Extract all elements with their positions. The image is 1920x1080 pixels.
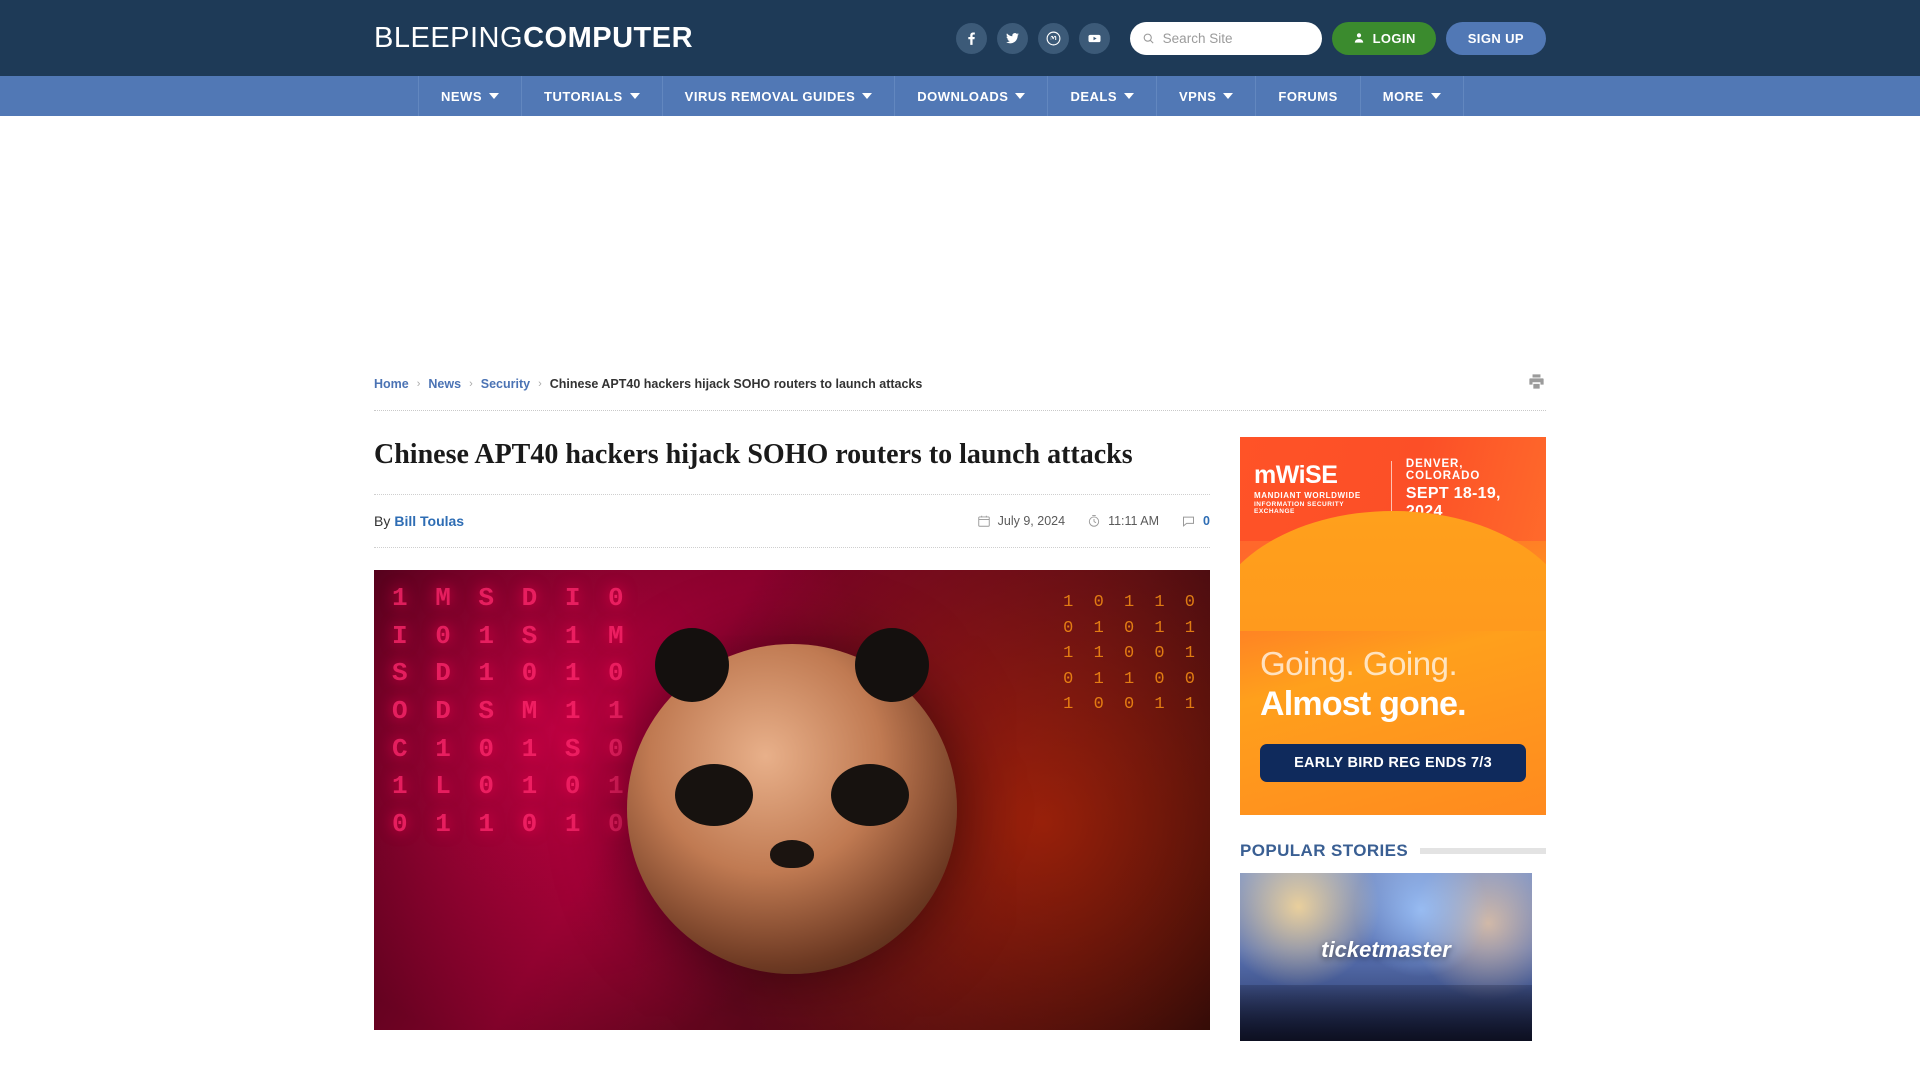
- chevron-down-icon: [862, 93, 873, 99]
- page-title: Chinese APT40 hackers hijack SOHO router…: [374, 437, 1210, 495]
- chevron-down-icon: [1124, 93, 1134, 99]
- ticketmaster-logo: ticketmaster: [1321, 937, 1451, 963]
- panda-nose: [770, 840, 814, 869]
- mwise-ad-divider: [1390, 461, 1392, 517]
- nav-item-label: FORUMS: [1278, 88, 1338, 104]
- nav-item-vpns[interactable]: VPNS: [1156, 76, 1255, 116]
- breadcrumb-home[interactable]: Home: [374, 377, 409, 391]
- chevron-down-icon: [1223, 93, 1234, 99]
- hero-code-left: 1 M S D I 0 I 0 1 S 1 M S D 1 0 1 0 O D …: [392, 583, 630, 840]
- nav-item-label: TUTORIALS: [544, 88, 623, 104]
- breadcrumb: Home › News › Security › Chinese APT40 h…: [374, 364, 1546, 411]
- site-logo[interactable]: BLEEPINGCOMPUTER: [374, 22, 693, 55]
- nav-item-downloads[interactable]: DOWNLOADS: [894, 76, 1047, 116]
- signup-button-label: SIGN UP: [1467, 30, 1524, 46]
- publish-date-text: July 9, 2024: [997, 514, 1066, 528]
- nav-item-label: VPNS: [1179, 88, 1217, 104]
- facebook-icon[interactable]: [955, 22, 987, 54]
- byline-prefix: By: [374, 513, 391, 529]
- mwise-ad[interactable]: mWiSE MANDIANT WORLDWIDE INFORMATION SEC…: [1240, 437, 1546, 815]
- crowd-silhouette: [1240, 985, 1532, 1041]
- clock-icon: [1088, 514, 1100, 527]
- search-icon: [1143, 33, 1154, 44]
- nav-item-label: DOWNLOADS: [917, 88, 1009, 104]
- publish-date: July 9, 2024: [977, 514, 1065, 528]
- mwise-logo-main: mWiSE: [1254, 461, 1338, 489]
- popular-story-thumbnail[interactable]: ticketmaster: [1240, 873, 1532, 1041]
- breadcrumb-news[interactable]: News: [428, 377, 461, 391]
- author-link[interactable]: Bill Toulas: [394, 513, 464, 529]
- youtube-icon[interactable]: [1078, 22, 1110, 54]
- nav-item-deals[interactable]: DEALS: [1047, 76, 1156, 116]
- mwise-headline-1: Going. Going.: [1260, 645, 1458, 682]
- comment-count[interactable]: 0: [1181, 514, 1210, 529]
- search-input[interactable]: [1162, 30, 1310, 46]
- mwise-logo: mWiSE MANDIANT WORLDWIDE INFORMATION SEC…: [1254, 461, 1377, 516]
- panda-eye-right: [831, 764, 909, 827]
- hero-code-right: 1 0 1 1 0 0 1 0 1 1 1 1 0 0 1 0 1 1 0 0 …: [1063, 593, 1200, 714]
- mwise-headline-2: Almost gone.: [1260, 684, 1467, 723]
- search-container[interactable]: [1129, 21, 1322, 55]
- nav-item-news[interactable]: NEWS: [418, 76, 521, 116]
- chevron-down-icon: [1015, 93, 1026, 99]
- comment-count-text: 0: [1203, 514, 1210, 528]
- printer-icon[interactable]: [1527, 372, 1546, 396]
- nav-item-label: NEWS: [441, 88, 482, 104]
- chevron-down-icon: [1430, 93, 1441, 99]
- comment-icon: [1183, 516, 1195, 527]
- mwise-cta-button[interactable]: EARLY BIRD REG ENDS 7/3: [1260, 744, 1526, 783]
- publish-time: 11:11 AM: [1087, 514, 1159, 528]
- mastodon-icon[interactable]: [1037, 22, 1069, 54]
- breadcrumb-separator-icon: ›: [469, 378, 473, 390]
- login-button[interactable]: LOGIN: [1331, 21, 1436, 55]
- main-navigation: NEWS TUTORIALS VIRUS REMOVAL GUIDES DOWN…: [0, 76, 1920, 116]
- mwise-ad-header: mWiSE MANDIANT WORLDWIDE INFORMATION SEC…: [1240, 437, 1546, 631]
- sidebar: mWiSE MANDIANT WORLDWIDE INFORMATION SEC…: [1240, 411, 1546, 1041]
- chevron-down-icon: [629, 93, 640, 99]
- calendar-icon: [977, 515, 990, 527]
- breadcrumb-separator-icon: ›: [538, 378, 542, 390]
- mwise-ad-body: Going. Going. Almost gone. EARLY BIRD RE…: [1240, 541, 1546, 783]
- article-meta: By Bill Toulas July 9, 2024 11:11 AM 0: [374, 495, 1210, 548]
- article-column: Chinese APT40 hackers hijack SOHO router…: [374, 411, 1210, 1041]
- leaderboard-ad-slot[interactable]: [0, 116, 1920, 364]
- mwise-logo-sub1: MANDIANT WORLDWIDE: [1254, 491, 1361, 500]
- signup-button[interactable]: SIGN UP: [1445, 21, 1546, 55]
- social-links: [955, 22, 1110, 54]
- publish-time-text: 11:11 AM: [1108, 514, 1160, 528]
- mwise-location: DENVER, COLORADO: [1405, 457, 1481, 482]
- login-button-label: LOGIN: [1372, 30, 1416, 46]
- twitter-icon[interactable]: [996, 22, 1028, 54]
- panda-graphic: [627, 628, 957, 975]
- nav-item-label: DEALS: [1070, 88, 1117, 104]
- page-body: Chinese APT40 hackers hijack SOHO router…: [374, 411, 1546, 1041]
- logo-light-text: BLEEPING: [374, 21, 524, 54]
- breadcrumb-security[interactable]: Security: [481, 377, 530, 391]
- nav-item-more[interactable]: MORE: [1359, 76, 1464, 116]
- popular-stories-title: POPULAR STORIES: [1240, 841, 1409, 860]
- site-header: BLEEPINGCOMPUTER Search Site LOGIN SIGN …: [0, 0, 1920, 76]
- nav-item-label: MORE: [1382, 88, 1424, 104]
- nav-item-tutorials[interactable]: TUTORIALS: [521, 76, 662, 116]
- nav-item-virus-removal-guides[interactable]: VIRUS REMOVAL GUIDES: [661, 76, 895, 116]
- logo-bold-text: COMPUTER: [523, 21, 694, 54]
- chevron-down-icon: [489, 93, 499, 99]
- popular-stories-rule: [1420, 848, 1546, 854]
- panda-eye-left: [675, 764, 753, 827]
- mwise-event-info: DENVER, COLORADO SEPT 18-19, 2024: [1406, 458, 1532, 521]
- user-icon: [1354, 33, 1363, 43]
- nav-item-forums[interactable]: FORUMS: [1255, 76, 1359, 116]
- breadcrumb-current: Chinese APT40 hackers hijack SOHO router…: [549, 377, 923, 391]
- breadcrumb-separator-icon: ›: [416, 378, 421, 390]
- article-hero-image: 1 M S D I 0 I 0 1 S 1 M S D 1 0 1 0 O D …: [374, 570, 1210, 1030]
- nav-item-label: VIRUS REMOVAL GUIDES: [684, 88, 856, 104]
- popular-stories-header: POPULAR STORIES: [1240, 841, 1546, 861]
